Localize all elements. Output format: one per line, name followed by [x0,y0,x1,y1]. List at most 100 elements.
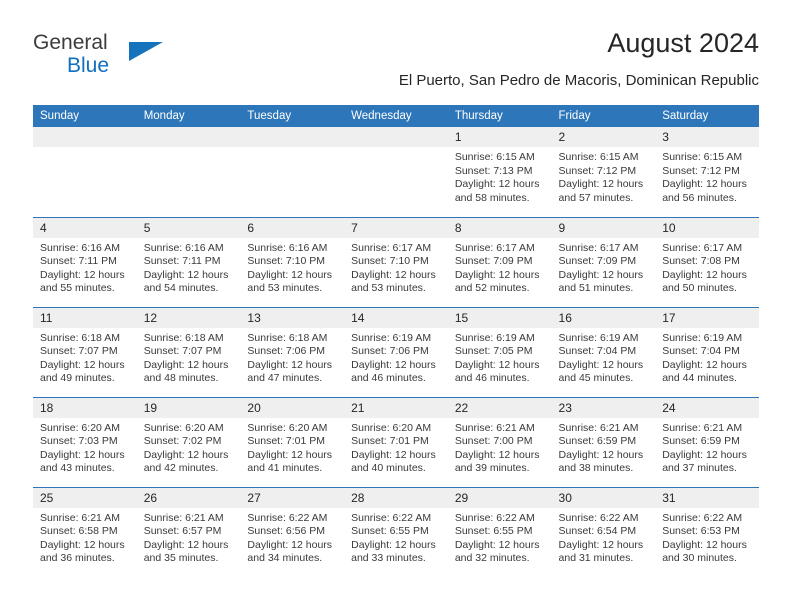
sunrise-text: Sunrise: 6:22 AM [662,511,743,524]
daylight-text: Daylight: 12 hours and 30 minutes. [662,538,747,565]
sunset-text: Sunset: 7:12 PM [558,164,637,177]
sunrise-text: Sunrise: 6:20 AM [40,421,120,434]
day-cell-empty [33,127,137,217]
day-cell-24[interactable]: 24 Sunrise: 6:21 AM Sunset: 6:59 PM Dayligh… [655,397,759,487]
sunset-text: Sunset: 7:08 PM [662,255,740,268]
day-cell-13[interactable]: 13 Sunrise: 6:18 AM Sunset: 7:06 PM Dayligh… [240,307,345,397]
day-cell-3[interactable]: 3 Sunrise: 6:15 AM Sunset: 7:12 PM Daylight… [655,127,759,217]
day-cell-empty [344,127,448,217]
day-cell-28[interactable]: 28 Sunrise: 6:22 AM Sunset: 6:55 PM Dayligh… [344,487,448,578]
day-number: 13 [240,307,345,328]
sunrise-text: Sunrise: 6:20 AM [143,421,224,434]
day-details: Sunrise: 6:22 AM Sunset: 6:53 PM Daylight:… [655,508,759,566]
day-details: Sunrise: 6:16 AM Sunset: 7:11 PM Daylight:… [33,238,137,296]
sunset-text: Sunset: 7:10 PM [247,255,326,268]
calendar-cell: 24 Sunrise: 6:21 AM Sunset: 6:59 PM Dayligh… [655,396,759,487]
day-details: Sunrise: 6:17 AM Sunset: 7:08 PM Daylight:… [655,238,759,296]
sunset-text: Sunset: 6:55 PM [454,525,533,538]
sunrise-text: Sunrise: 6:17 AM [662,241,743,254]
day-cell-9[interactable]: 9 Sunrise: 6:17 AM Sunset: 7:09 PM Daylight… [551,217,656,307]
daylight-text: Daylight: 12 hours and 35 minutes. [143,538,229,565]
day-number [344,127,448,147]
day-cell-21[interactable]: 21 Sunrise: 6:20 AM Sunset: 7:01 PM Dayligh… [344,397,448,487]
weekday-header-thursday: Thursday [447,105,552,127]
calendar-cell [344,127,448,217]
day-cell-10[interactable]: 10 Sunrise: 6:17 AM Sunset: 7:08 PM Dayligh… [655,217,759,307]
daylight-text: Daylight: 12 hours and 41 minutes. [247,448,333,475]
day-cell-27[interactable]: 27 Sunrise: 6:22 AM Sunset: 6:56 PM Dayligh… [240,487,345,578]
sunrise-text: Sunrise: 6:18 AM [247,331,328,344]
sunset-text: Sunset: 7:07 PM [143,345,222,358]
day-cell-18[interactable]: 18 Sunrise: 6:20 AM Sunset: 7:03 PM Dayligh… [33,397,137,487]
day-number: 16 [551,307,656,328]
day-number: 28 [344,487,448,508]
weekday-header-wednesday: Wednesday [344,105,448,127]
day-cell-5[interactable]: 5 Sunrise: 6:16 AM Sunset: 7:11 PM Daylight… [136,217,241,307]
day-details: Sunrise: 6:20 AM Sunset: 7:03 PM Daylight:… [33,418,137,476]
day-number: 9 [551,217,656,238]
weekday-header-tuesday: Tuesday [240,105,345,127]
sunrise-text: Sunrise: 6:21 AM [40,511,120,524]
calendar-cell: 18 Sunrise: 6:20 AM Sunset: 7:03 PM Dayligh… [33,396,137,487]
day-cell-25[interactable]: 25 Sunrise: 6:21 AM Sunset: 6:58 PM Dayligh… [33,487,137,578]
sunrise-text: Sunrise: 6:22 AM [247,511,328,524]
day-cell-26[interactable]: 26 Sunrise: 6:21 AM Sunset: 6:57 PM Dayligh… [136,487,241,578]
sunrise-text: Sunrise: 6:16 AM [247,241,328,254]
sunset-text: Sunset: 7:09 PM [454,255,533,268]
calendar-week-row: 18 Sunrise: 6:20 AM Sunset: 7:03 PM Dayligh… [33,396,759,487]
day-cell-30[interactable]: 30 Sunrise: 6:22 AM Sunset: 6:54 PM Dayligh… [551,487,656,578]
day-details: Sunrise: 6:16 AM Sunset: 7:10 PM Daylight:… [240,238,344,296]
day-details: Sunrise: 6:19 AM Sunset: 7:04 PM Daylight:… [552,328,656,386]
daylight-text: Daylight: 12 hours and 57 minutes. [558,178,644,204]
day-number: 1 [447,127,552,147]
day-cell-11[interactable]: 11 Sunrise: 6:18 AM Sunset: 7:07 PM Dayligh… [33,307,137,397]
sunrise-text: Sunrise: 6:15 AM [662,151,743,163]
day-cell-8[interactable]: 8 Sunrise: 6:17 AM Sunset: 7:09 PM Daylight… [447,217,552,307]
sunrise-text: Sunrise: 6:22 AM [558,511,639,524]
day-cell-23[interactable]: 23 Sunrise: 6:21 AM Sunset: 6:59 PM Dayligh… [551,397,656,487]
day-cell-1[interactable]: 1 Sunrise: 6:15 AM Sunset: 7:13 PM Daylight… [447,127,552,217]
day-cell-12[interactable]: 12 Sunrise: 6:18 AM Sunset: 7:07 PM Dayligh… [136,307,241,397]
calendar-cell [136,127,241,217]
sunset-text: Sunset: 7:04 PM [558,345,637,358]
brand-logo[interactable]: General Blue [33,32,223,88]
day-cell-7[interactable]: 7 Sunrise: 6:17 AM Sunset: 7:10 PM Daylight… [344,217,448,307]
calendar-cell: 17 Sunrise: 6:19 AM Sunset: 7:04 PM Dayligh… [655,306,759,397]
calendar-cell: 1 Sunrise: 6:15 AM Sunset: 7:13 PM Daylight… [447,127,552,217]
daylight-text: Daylight: 12 hours and 39 minutes. [454,448,540,475]
day-cell-16[interactable]: 16 Sunrise: 6:19 AM Sunset: 7:04 PM Dayligh… [551,307,656,397]
calendar-cell: 12 Sunrise: 6:18 AM Sunset: 7:07 PM Dayligh… [136,306,241,397]
day-cell-31[interactable]: 31 Sunrise: 6:22 AM Sunset: 6:53 PM Dayligh… [655,487,759,578]
daylight-text: Daylight: 12 hours and 56 minutes. [662,178,747,204]
day-number: 24 [655,397,759,418]
day-number: 12 [136,307,241,328]
day-number: 21 [344,397,448,418]
sunrise-text: Sunrise: 6:21 AM [454,421,535,434]
day-cell-17[interactable]: 17 Sunrise: 6:19 AM Sunset: 7:04 PM Dayligh… [655,307,759,397]
day-number: 6 [240,217,345,238]
day-cell-15[interactable]: 15 Sunrise: 6:19 AM Sunset: 7:05 PM Dayligh… [447,307,552,397]
page-title: August 2024 [607,28,759,58]
calendar-week-row: 1 Sunrise: 6:15 AM Sunset: 7:13 PM Daylight… [33,127,759,217]
calendar-cell: 27 Sunrise: 6:22 AM Sunset: 6:56 PM Dayligh… [240,486,345,578]
sunset-text: Sunset: 6:56 PM [247,525,326,538]
day-cell-22[interactable]: 22 Sunrise: 6:21 AM Sunset: 7:00 PM Dayligh… [447,397,552,487]
calendar-cell: 29 Sunrise: 6:22 AM Sunset: 6:55 PM Dayligh… [447,486,552,578]
day-cell-6[interactable]: 6 Sunrise: 6:16 AM Sunset: 7:10 PM Daylight… [240,217,345,307]
day-cell-29[interactable]: 29 Sunrise: 6:22 AM Sunset: 6:55 PM Dayligh… [447,487,552,578]
sunset-text: Sunset: 6:53 PM [662,525,740,538]
day-details: Sunrise: 6:18 AM Sunset: 7:07 PM Daylight:… [33,328,137,386]
day-number: 22 [447,397,552,418]
day-number: 2 [551,127,656,147]
day-cell-14[interactable]: 14 Sunrise: 6:19 AM Sunset: 7:06 PM Dayligh… [344,307,448,397]
day-cell-19[interactable]: 19 Sunrise: 6:20 AM Sunset: 7:02 PM Dayligh… [136,397,241,487]
daylight-text: Daylight: 12 hours and 45 minutes. [558,358,644,385]
day-cell-4[interactable]: 4 Sunrise: 6:16 AM Sunset: 7:11 PM Daylight… [33,217,137,307]
day-cell-20[interactable]: 20 Sunrise: 6:20 AM Sunset: 7:01 PM Dayligh… [240,397,345,487]
day-details: Sunrise: 6:21 AM Sunset: 6:57 PM Daylight:… [137,508,241,566]
calendar-cell: 11 Sunrise: 6:18 AM Sunset: 7:07 PM Dayligh… [33,306,137,397]
sunset-text: Sunset: 6:59 PM [662,435,740,448]
calendar-cell: 7 Sunrise: 6:17 AM Sunset: 7:10 PM Daylight… [344,216,448,307]
daylight-text: Daylight: 12 hours and 46 minutes. [351,358,436,385]
day-cell-2[interactable]: 2 Sunrise: 6:15 AM Sunset: 7:12 PM Daylight… [551,127,656,217]
